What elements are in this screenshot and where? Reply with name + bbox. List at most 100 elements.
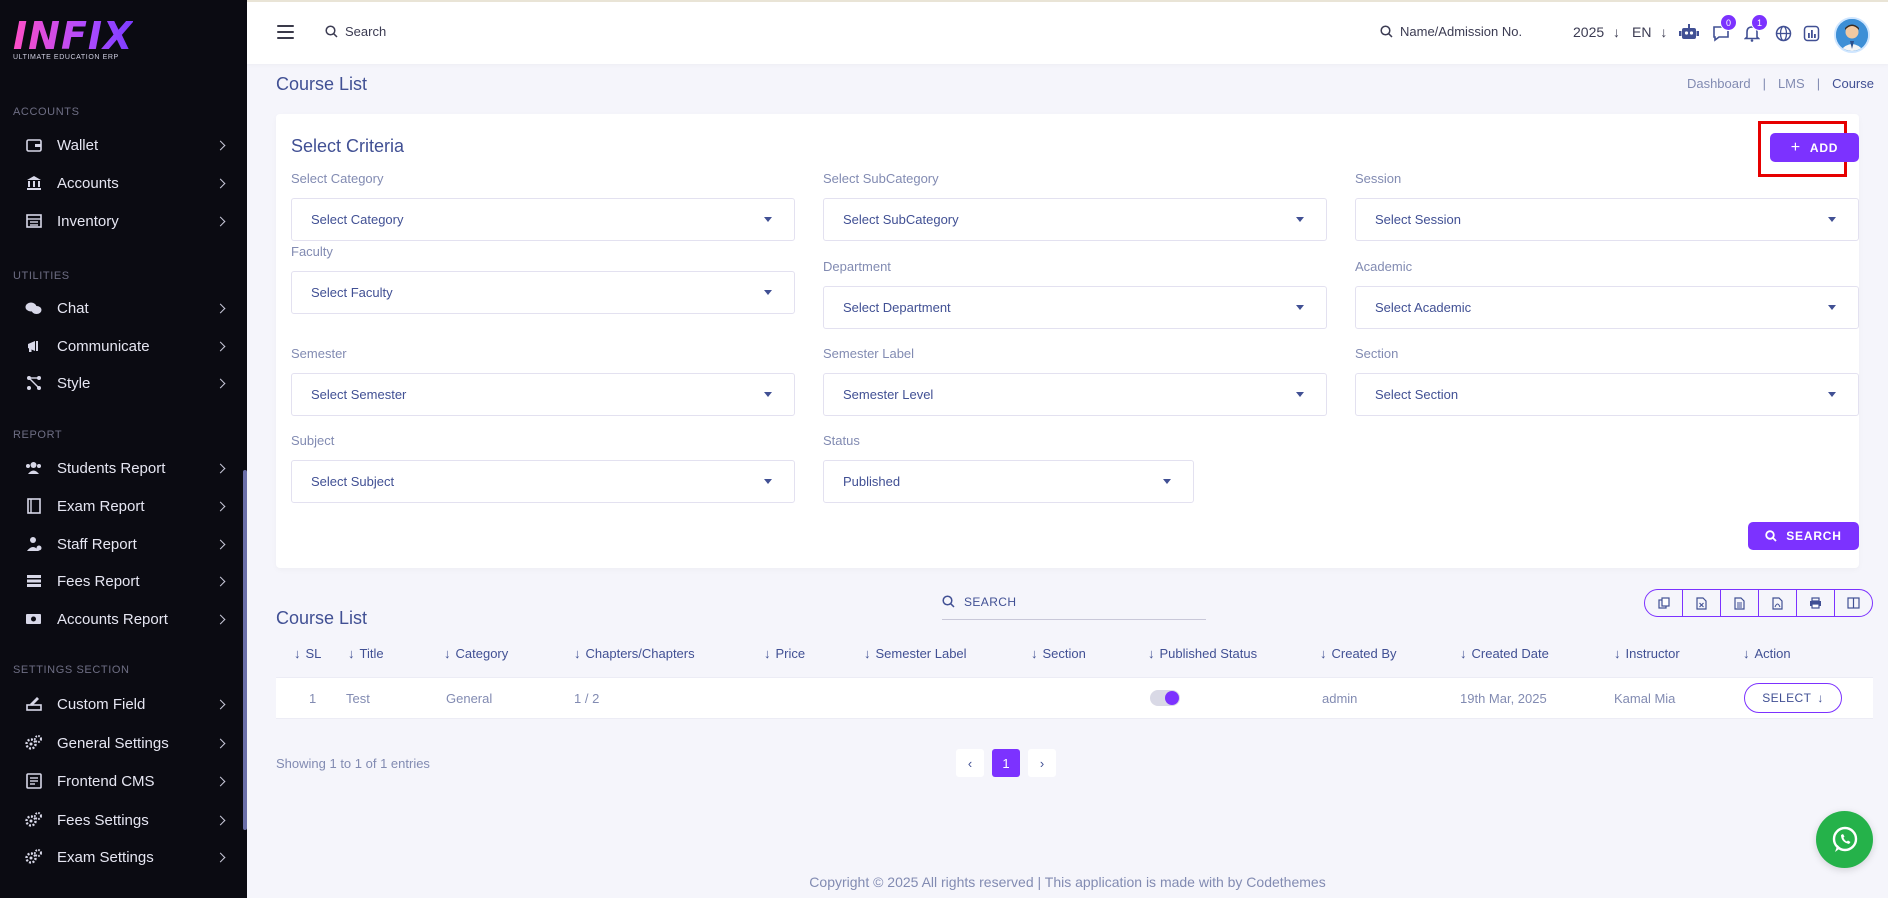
breadcrumb-lms[interactable]: LMS xyxy=(1778,76,1805,91)
sidebar-item-label: Chat xyxy=(57,299,89,317)
row-action-select-button[interactable]: SELECT ↓ xyxy=(1744,683,1842,713)
column-header-action[interactable]: ↓ Action xyxy=(1743,646,1791,661)
cell-category: General xyxy=(446,691,493,706)
caret-down-icon xyxy=(1828,217,1836,222)
print-button[interactable] xyxy=(1797,590,1835,616)
sidebar-item-label: Accounts xyxy=(57,174,119,192)
sidebar-item-exam-report[interactable]: Exam Report xyxy=(0,490,243,522)
department-select[interactable]: Select Department xyxy=(823,286,1327,329)
sidebar-item-style[interactable]: Style xyxy=(0,367,243,399)
sidebar-item-students-report[interactable]: Students Report xyxy=(0,452,243,484)
chat-notification-icon[interactable]: 0 xyxy=(1710,14,1737,44)
student-search[interactable]: Name/Admission No. xyxy=(1380,24,1522,39)
chevron-right-icon xyxy=(215,501,226,511)
column-header-section[interactable]: ↓ Section xyxy=(1031,646,1086,661)
bank-icon xyxy=(25,175,42,192)
caret-down-icon xyxy=(1163,479,1171,484)
sidebar-item-communicate[interactable]: Communicate xyxy=(0,330,243,362)
sidebar-item-inventory[interactable]: Inventory xyxy=(0,205,243,237)
column-header-category[interactable]: ↓ Category xyxy=(444,646,508,661)
column-header-semester-label[interactable]: ↓ Semester Label xyxy=(864,646,967,661)
sidebar-item-label: Exam Report xyxy=(57,497,145,515)
section-select[interactable]: Select Section xyxy=(1355,373,1859,416)
search-button[interactable]: SEARCH xyxy=(1748,522,1859,550)
sidebar-item-accounts-report[interactable]: Accounts Report xyxy=(0,603,243,635)
faculty-select[interactable]: Select Faculty xyxy=(291,271,795,314)
column-label: Chapters/Chapters xyxy=(585,646,695,661)
subcategory-select[interactable]: Select SubCategory xyxy=(823,198,1327,241)
pagination-next-button[interactable]: › xyxy=(1028,749,1056,777)
users-icon xyxy=(25,460,42,477)
arrow-down-icon: ↓ xyxy=(1031,646,1038,661)
subcategory-value: Select SubCategory xyxy=(843,212,959,227)
csv-button[interactable] xyxy=(1721,590,1759,616)
analytics-icon[interactable] xyxy=(1800,22,1822,44)
sidebar-item-wallet[interactable]: Wallet xyxy=(0,129,243,161)
language-selector[interactable]: EN ↓ xyxy=(1632,24,1667,40)
chevron-right-icon xyxy=(215,341,226,351)
sidebar-item-label: Students Report xyxy=(57,459,166,477)
academic-select[interactable]: Select Academic xyxy=(1355,286,1859,329)
sidebar-item-general-settings[interactable]: General Settings xyxy=(0,727,243,759)
excel-button[interactable] xyxy=(1683,590,1721,616)
column-header-chapters[interactable]: ↓ Chapters/Chapters xyxy=(574,646,695,661)
menu-toggle-icon[interactable] xyxy=(277,25,294,39)
sidebar-item-staff-report[interactable]: Staff Report xyxy=(0,528,243,560)
pagination-prev-button[interactable]: ‹ xyxy=(956,749,984,777)
sidebar-scrollbar[interactable] xyxy=(243,470,247,830)
page-title: Course List xyxy=(276,74,368,94)
sidebar-item-accounts[interactable]: Accounts xyxy=(0,167,243,199)
pdf-button[interactable] xyxy=(1759,590,1797,616)
chevron-right-icon xyxy=(215,699,226,709)
table-search-input[interactable]: SEARCH xyxy=(942,584,1206,620)
megaphone-icon xyxy=(25,338,42,355)
global-search[interactable]: Search xyxy=(325,24,386,39)
bell-icon[interactable]: 1 xyxy=(1741,14,1768,44)
department-label: Department xyxy=(823,259,891,274)
breadcrumb-dashboard[interactable]: Dashboard xyxy=(1687,76,1751,91)
category-select[interactable]: Select Category xyxy=(291,198,795,241)
published-status-toggle[interactable] xyxy=(1150,690,1180,706)
cell-sl: 1 xyxy=(309,691,317,706)
session-select[interactable]: Select Session xyxy=(1355,198,1859,241)
column-header-instructor[interactable]: ↓ Instructor xyxy=(1614,646,1680,661)
search-button-label: SEARCH xyxy=(1786,529,1842,543)
year-selector[interactable]: 2025 ↓ xyxy=(1573,24,1620,40)
sidebar-item-exam-settings[interactable]: Exam Settings xyxy=(0,841,243,873)
brand-logo[interactable]: INFIX ULTIMATE EDUCATION ERP xyxy=(13,16,133,61)
column-header-created-by[interactable]: ↓ Created By xyxy=(1320,646,1397,661)
user-avatar[interactable] xyxy=(1834,17,1870,53)
breadcrumb-course[interactable]: Course xyxy=(1832,76,1874,91)
whatsapp-button[interactable] xyxy=(1816,811,1873,868)
arrow-down-icon: ↓ xyxy=(864,646,871,661)
book-icon xyxy=(25,498,42,515)
semester-select[interactable]: Select Semester xyxy=(291,373,795,416)
pagination-page-1[interactable]: 1 xyxy=(992,749,1020,777)
subject-value: Select Subject xyxy=(311,474,395,489)
caret-down-icon xyxy=(764,392,772,397)
cell-chapters: 1 / 2 xyxy=(574,691,600,706)
column-header-sl[interactable]: ↓ SL xyxy=(294,646,321,661)
sidebar-item-fees-settings[interactable]: Fees Settings xyxy=(0,804,243,836)
sidebar-item-chat[interactable]: Chat xyxy=(0,292,243,324)
copy-button[interactable] xyxy=(1645,590,1683,616)
columns-button[interactable] xyxy=(1835,590,1872,616)
add-button[interactable]: + ADD xyxy=(1770,133,1859,162)
section-label-accounts: ACCOUNTS xyxy=(13,106,80,118)
column-header-title[interactable]: ↓ Title xyxy=(348,646,384,661)
column-header-created-date[interactable]: ↓ Created Date xyxy=(1460,646,1549,661)
semester-label-select[interactable]: Semester Level xyxy=(823,373,1327,416)
robot-icon[interactable] xyxy=(1678,22,1700,44)
globe-icon[interactable] xyxy=(1772,22,1794,44)
subject-select[interactable]: Select Subject xyxy=(291,460,795,503)
top-header: Search Name/Admission No. 2025 ↓ EN ↓ 0 … xyxy=(247,0,1888,64)
column-header-price[interactable]: ↓ Price xyxy=(764,646,805,661)
sidebar-item-frontend-cms[interactable]: Frontend CMS xyxy=(0,765,243,797)
sidebar-item-custom-field[interactable]: Custom Field xyxy=(0,688,243,720)
status-value: Published xyxy=(843,474,901,489)
sidebar-item-fees-report[interactable]: Fees Report xyxy=(0,565,243,597)
column-header-published-status[interactable]: ↓ Published Status xyxy=(1148,646,1257,661)
caret-down-icon xyxy=(764,290,772,295)
status-select[interactable]: Published xyxy=(823,460,1194,503)
table-search-placeholder: SEARCH xyxy=(964,594,1017,609)
